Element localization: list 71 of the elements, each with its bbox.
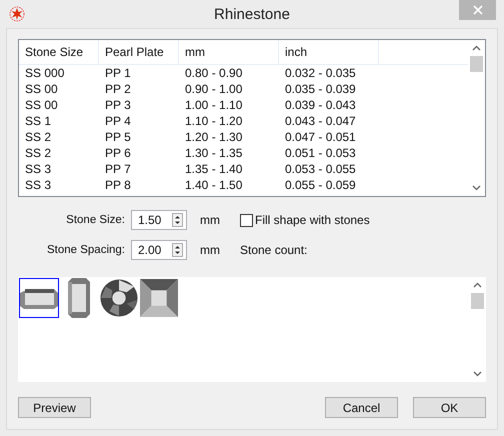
table-cell-text: 0.039 - 0.043 [284, 98, 357, 112]
table-cell-text: 0.053 - 0.055 [284, 162, 357, 176]
table-row[interactable]: SS 3 PP 7 1.35 - 1.40 0.053 - 0.055 [19, 161, 468, 177]
table-cell-text: PP 5 [104, 130, 132, 144]
spin-field[interactable]: 2.00 [131, 240, 187, 260]
shape-option[interactable] [139, 278, 179, 318]
field-label: Stone Size: [65, 214, 125, 226]
table-cell-text: SS 000 [24, 66, 66, 80]
table-cell-text: PP 7 [104, 162, 132, 176]
table-cell-text: PP 2 [104, 82, 132, 96]
table-row[interactable]: SS 00 PP 3 1.00 - 1.10 0.039 - 0.043 [19, 97, 468, 113]
round-stone-icon [100, 278, 138, 318]
table-cell-text: 0.032 - 0.035 [284, 66, 357, 80]
spin-arrows-icon[interactable] [172, 243, 183, 257]
stone-count-label: Stone count: [240, 242, 308, 259]
unit-label: mm [200, 213, 221, 227]
table-cell-text: 0.051 - 0.053 [284, 146, 357, 160]
square-stone-icon [140, 278, 178, 318]
table-cell-text: 1.40 - 1.50 [184, 178, 244, 192]
table-cell-text: 0.90 - 1.00 [184, 82, 244, 96]
scroll-down-icon[interactable] [473, 371, 482, 377]
table-cell-text: 0.035 - 0.039 [284, 82, 357, 96]
table-row[interactable]: SS 00 PP 2 0.90 - 1.00 0.035 - 0.039 [19, 81, 468, 97]
scroll-thumb[interactable] [470, 56, 483, 72]
table-cell-text: PP 6 [104, 146, 132, 160]
table-cell-text: 0.80 - 0.90 [184, 66, 244, 80]
table-cell-text: 0.047 - 0.051 [284, 130, 357, 144]
splash-icon [9, 6, 25, 22]
table-cell-text: PP 8 [104, 178, 132, 192]
scroll-up-icon[interactable] [472, 45, 481, 51]
table-row[interactable]: SS 000 PP 1 0.80 - 0.90 0.032 - 0.035 [19, 65, 468, 81]
window-title: Rhinestone [213, 6, 291, 22]
table-cell-text: SS 2 [24, 130, 52, 144]
table-row[interactable]: SS 1 PP 4 1.10 - 1.20 0.043 - 0.047 [19, 113, 468, 129]
fill-shape-checkbox[interactable]: Fill shape with stones [240, 209, 370, 231]
table-cell-text: 0.043 - 0.047 [284, 114, 357, 128]
column-header[interactable]: Stone Size [19, 40, 99, 64]
table-cell-text: 1.20 - 1.30 [184, 130, 244, 144]
table-cell-text: 0.055 - 0.059 [284, 178, 357, 192]
column-header[interactable]: Pearl Plate [99, 40, 179, 64]
table-cell-text: PP 4 [104, 114, 132, 128]
column-header[interactable]: mm [179, 40, 279, 64]
table-row[interactable]: SS 3 PP 8 1.40 - 1.50 0.055 - 0.059 [19, 177, 468, 193]
table-cell-text: SS 00 [24, 82, 59, 96]
cancel-button[interactable]: Cancel [325, 397, 398, 418]
table-cell-text: PP 1 [104, 66, 132, 80]
ok-button[interactable]: OK [413, 397, 486, 418]
table-cell-text: PP 3 [104, 98, 132, 112]
preview-button[interactable]: Preview [18, 397, 91, 418]
table-cell-text: 1.00 - 1.10 [184, 98, 244, 112]
table-cell-text: SS 00 [24, 98, 59, 112]
shape-option[interactable] [19, 278, 59, 318]
table-cell-text: SS 3 [24, 178, 52, 192]
scroll-thumb[interactable] [471, 293, 484, 309]
field-label: Stone Spacing: [46, 244, 125, 256]
spin-field[interactable]: 1.50 [131, 210, 187, 230]
table-cell-text: SS 1 [24, 114, 52, 128]
scroll-up-icon[interactable] [473, 282, 482, 288]
table-cell-text: 1.10 - 1.20 [184, 114, 244, 128]
spin-arrows-icon[interactable] [172, 213, 183, 227]
table-cell-text: SS 2 [24, 146, 52, 160]
table-cell-text: SS 3 [24, 162, 52, 176]
scroll-down-icon[interactable] [472, 185, 481, 191]
close-icon [472, 5, 482, 15]
table-cell-text: 1.30 - 1.35 [184, 146, 244, 160]
unit-label: mm [200, 243, 221, 257]
table-row[interactable]: SS 2 PP 5 1.20 - 1.30 0.047 - 0.051 [19, 129, 468, 145]
table-cell-text: 1.35 - 1.40 [184, 162, 244, 176]
shape-option[interactable] [99, 278, 139, 318]
table-row[interactable]: SS 2 PP 6 1.30 - 1.35 0.051 - 0.053 [19, 145, 468, 161]
column-header[interactable]: inch [279, 40, 379, 64]
